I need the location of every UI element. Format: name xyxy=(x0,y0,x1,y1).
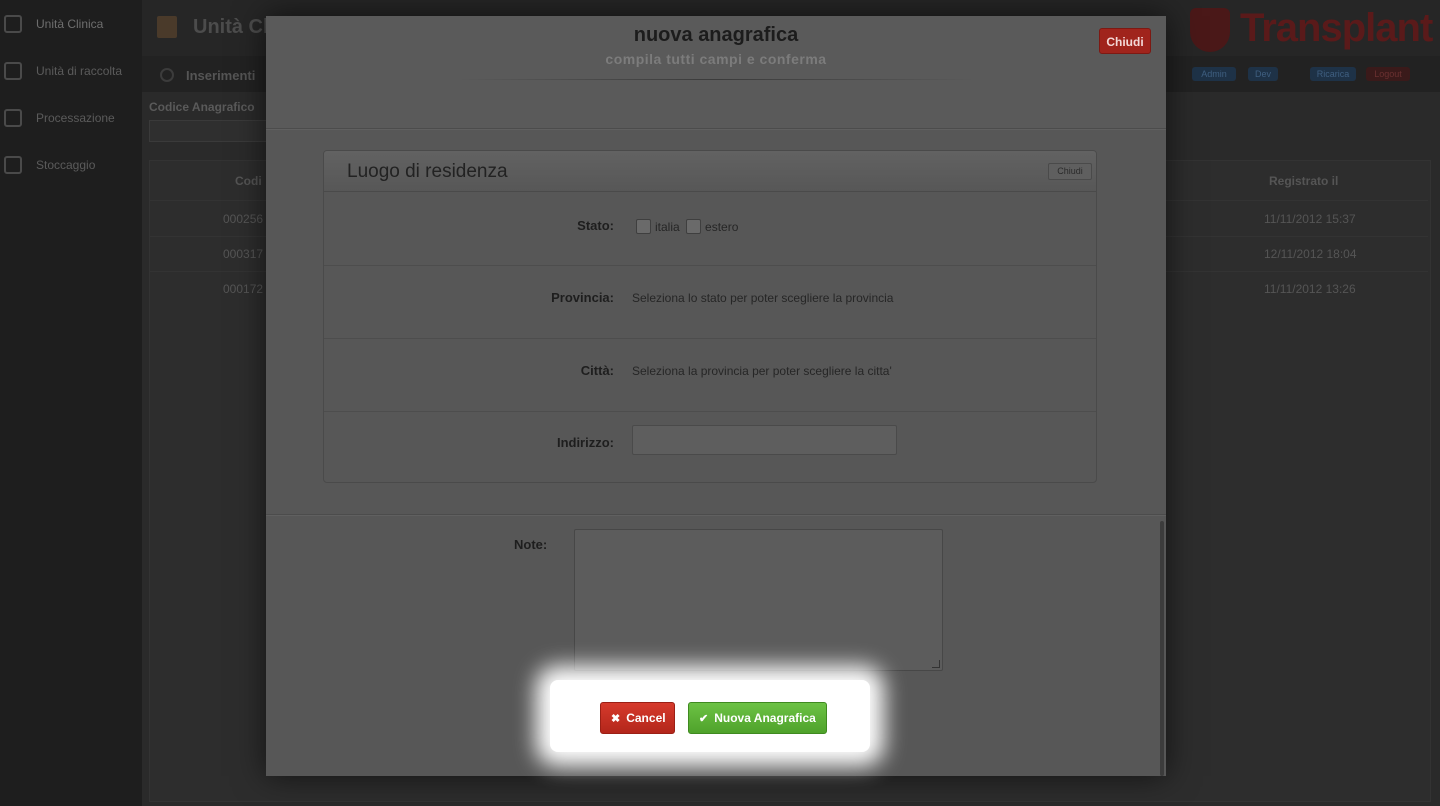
provincia-row: Provincia: Seleziona lo stato per poter … xyxy=(324,265,1096,339)
table-header-registered: Registrato il xyxy=(1269,174,1339,188)
modal-close-button[interactable]: Chiudi xyxy=(1099,28,1151,54)
stato-options: italia estero xyxy=(636,219,741,235)
document-icon xyxy=(157,16,177,38)
section-title: Inserimenti xyxy=(186,68,256,83)
address-input[interactable] xyxy=(632,425,897,455)
sidebar: Unità Clinica Unità di raccolta Processa… xyxy=(0,0,143,806)
resize-grip-icon[interactable] xyxy=(932,660,940,668)
clock-icon xyxy=(160,68,174,82)
provincia-hint: Seleziona lo stato per poter scegliere l… xyxy=(632,291,894,305)
estero-label: estero xyxy=(705,219,739,234)
note-label: Note: xyxy=(514,537,548,552)
new-record-modal: nuova anagrafica compila tutti campi e c… xyxy=(266,16,1166,776)
modal-title: nuova anagrafica xyxy=(633,24,799,46)
stato-label: Stato: xyxy=(577,218,614,233)
cancel-button-label: Cancel xyxy=(626,711,666,725)
close-icon: ✖ xyxy=(611,713,621,725)
check-icon: ✔ xyxy=(699,713,709,725)
stato-row: Stato: italia estero xyxy=(324,192,1096,266)
residence-panel: Luogo di residenza Chiudi Stato: italia … xyxy=(323,150,1097,483)
divider xyxy=(266,128,1166,130)
table-cell-code: 000256 xyxy=(223,212,264,226)
search-label: Codice Anagrafico xyxy=(149,100,255,114)
sidebar-item-processazione[interactable]: Processazione xyxy=(0,98,142,138)
brand-logo: Transplant xyxy=(1240,6,1433,50)
citta-label: Città: xyxy=(580,363,614,378)
sidebar-item-label: Unità di raccolta xyxy=(36,64,123,78)
cancel-button[interactable]: ✖ Cancel xyxy=(600,702,675,734)
sidebar-item-unita-raccolta[interactable]: Unità di raccolta xyxy=(0,51,142,91)
citta-row: Città: Seleziona la provincia per poter … xyxy=(324,338,1096,412)
search-input[interactable] xyxy=(149,120,271,142)
new-record-button-label: Nuova Anagrafica xyxy=(714,711,816,725)
panel-close-button[interactable]: Chiudi xyxy=(1048,163,1092,180)
italia-label: italia xyxy=(655,219,680,234)
sidebar-item-stoccaggio[interactable]: Stoccaggio xyxy=(0,145,142,185)
note-textarea[interactable] xyxy=(574,529,943,671)
table-cell-date: 11/11/2012 13:26 xyxy=(1264,282,1356,296)
table-cell-code: 000317 xyxy=(223,247,264,261)
estero-checkbox[interactable] xyxy=(686,219,702,235)
table-cell-date: 12/11/2012 18:04 xyxy=(1264,247,1357,261)
modal-subtitle: compila tutti campi e conferma xyxy=(605,51,827,67)
table-cell-code: 000172 xyxy=(223,282,264,296)
divider xyxy=(266,514,1166,516)
dev-button[interactable]: Dev xyxy=(1248,67,1278,81)
logout-button[interactable]: Logout xyxy=(1366,67,1410,81)
brand-shield-icon xyxy=(1190,8,1230,52)
sidebar-item-label: Stoccaggio xyxy=(36,158,96,172)
divider xyxy=(456,79,976,80)
sidebar-item-label: Unità Clinica xyxy=(36,17,104,31)
sidebar-item-label: Processazione xyxy=(36,111,115,125)
list-icon xyxy=(4,15,22,33)
table-cell-date: 11/11/2012 15:37 xyxy=(1264,212,1356,226)
warning-icon xyxy=(4,156,22,174)
flask-icon xyxy=(4,109,22,127)
indirizzo-row: Indirizzo: xyxy=(324,411,1096,482)
admin-button[interactable]: Admin xyxy=(1192,67,1236,81)
panel-title: Luogo di residenza xyxy=(347,161,508,182)
reload-button[interactable]: Ricarica xyxy=(1310,67,1356,81)
modal-header: nuova anagrafica compila tutti campi e c… xyxy=(266,16,1166,128)
panel-header: Luogo di residenza Chiudi xyxy=(324,151,1096,192)
sidebar-item-unita-clinica[interactable]: Unità Clinica xyxy=(0,4,142,44)
table-header-code: Codi xyxy=(235,174,262,188)
indirizzo-label: Indirizzo: xyxy=(556,435,614,450)
citta-hint: Seleziona la provincia per poter sceglie… xyxy=(632,364,892,378)
collect-icon xyxy=(4,62,22,80)
provincia-label: Provincia: xyxy=(551,290,614,305)
page-title: Unità Cl xyxy=(193,16,269,38)
scrollbar[interactable] xyxy=(1160,521,1164,776)
italia-checkbox[interactable] xyxy=(636,219,651,235)
new-record-button[interactable]: ✔ Nuova Anagrafica xyxy=(688,702,827,734)
